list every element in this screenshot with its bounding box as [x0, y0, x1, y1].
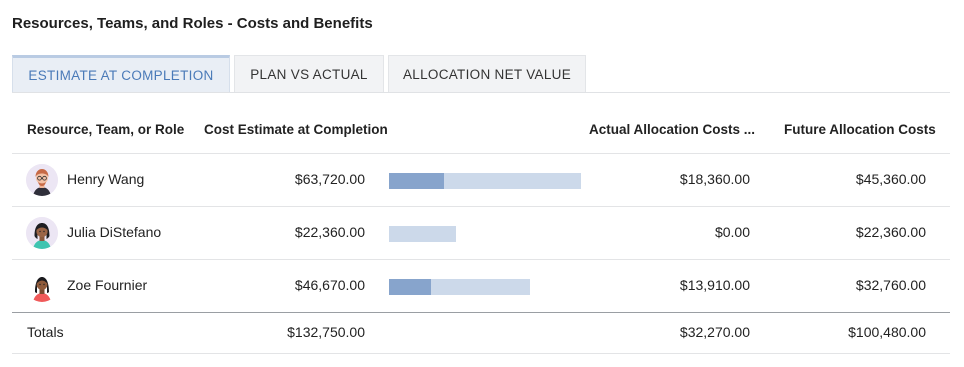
actual-value: $13,910.00: [679, 277, 750, 293]
tab-estimate-at-completion[interactable]: ESTIMATE AT COMPLETION: [12, 55, 230, 92]
estimate-value: $63,720.00: [294, 171, 365, 187]
resource-name[interactable]: Zoe Fournier: [67, 277, 147, 293]
estimate-value: $46,670.00: [294, 277, 365, 293]
column-header-actual[interactable]: Actual Allocation Costs ...: [589, 122, 755, 137]
estimate-value: $22,360.00: [294, 224, 365, 240]
totals-label: Totals: [27, 324, 64, 340]
tab-divider: [12, 92, 950, 93]
estimate-bar-actual: [389, 279, 431, 295]
totals-row: Totals $132,750.00 $32,270.00 $100,480.0…: [12, 313, 950, 353]
totals-future: $100,480.00: [848, 324, 926, 340]
page-title: Resources, Teams, and Roles - Costs and …: [12, 15, 373, 32]
avatar: [26, 270, 58, 302]
tab-allocation-net-value[interactable]: ALLOCATION NET VALUE: [388, 55, 586, 92]
totals-estimate: $132,750.00: [287, 324, 365, 340]
actual-value: $18,360.00: [679, 171, 750, 187]
future-value: $32,760.00: [855, 277, 926, 293]
table-bottom-border: [12, 353, 950, 354]
resource-name[interactable]: Henry Wang: [67, 171, 144, 187]
future-value: $45,360.00: [855, 171, 926, 187]
tab-plan-vs-actual[interactable]: PLAN VS ACTUAL: [234, 55, 384, 92]
column-header-estimate[interactable]: Cost Estimate at Completion: [204, 122, 388, 137]
column-header-future[interactable]: Future Allocation Costs: [784, 122, 936, 137]
actual-value: $0.00: [714, 224, 750, 240]
estimate-bar-actual: [389, 173, 445, 189]
table-row[interactable]: Julia DiStefano $22,360.00 $0.00 $22,360…: [12, 207, 950, 260]
tab-bar: ESTIMATE AT COMPLETION PLAN VS ACTUAL AL…: [12, 55, 590, 92]
table-row[interactable]: Henry Wang $63,720.00 $18,360.00 $45,360…: [12, 154, 950, 207]
future-value: $22,360.00: [855, 224, 926, 240]
resource-name[interactable]: Julia DiStefano: [67, 224, 161, 240]
totals-actual: $32,270.00: [679, 324, 750, 340]
estimate-bar-total: [389, 226, 457, 242]
avatar: [26, 164, 58, 196]
table-row[interactable]: Zoe Fournier $46,670.00 $13,910.00 $32,7…: [12, 260, 950, 313]
avatar: [26, 217, 58, 249]
column-header-resource[interactable]: Resource, Team, or Role: [27, 122, 184, 137]
